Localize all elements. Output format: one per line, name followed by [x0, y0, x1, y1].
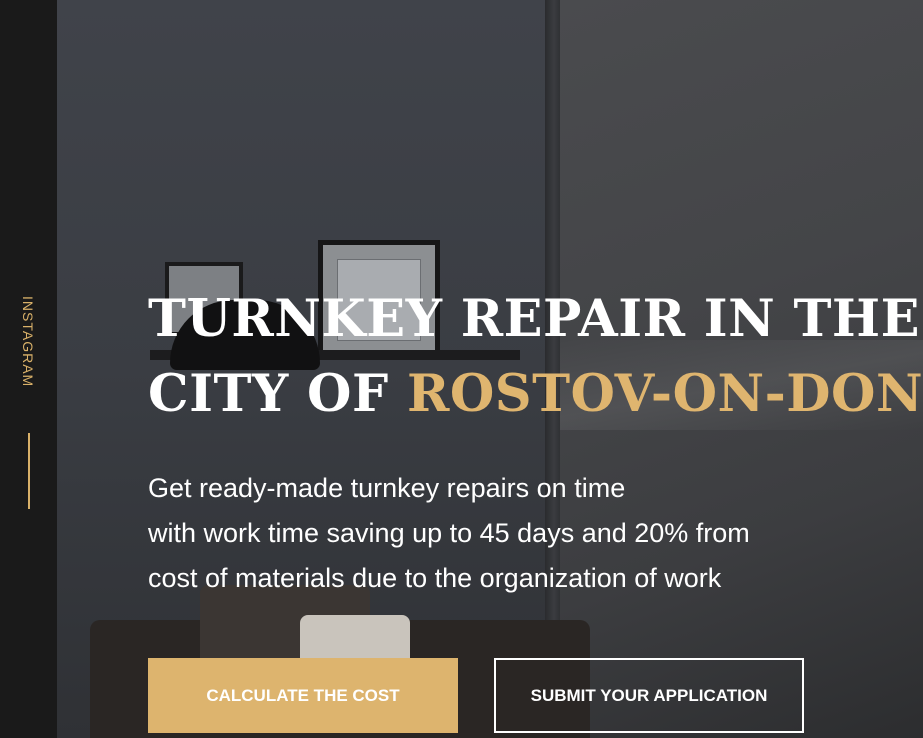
hero-subtitle: Get ready-made turnkey repairs on time wi… [148, 466, 868, 601]
subtitle-line-2: with work time saving up to 45 days and … [148, 518, 750, 548]
headline-line-2-prefix: CITY OF [148, 364, 407, 424]
headline-city: ROSTOV-ON-DON [406, 364, 923, 424]
left-sidebar: INSTAGRAM [0, 0, 57, 738]
hero-headline: TURNKEY REPAIR IN THE CITY OF ROSTOV-ON-D… [148, 282, 923, 432]
subtitle-line-3: cost of materials due to the organizatio… [148, 563, 722, 593]
sidebar-divider [28, 433, 30, 509]
instagram-link[interactable]: INSTAGRAM [20, 296, 36, 387]
headline-line-1: TURNKEY REPAIR IN THE [148, 289, 920, 349]
landing-page: INSTAGRAM TURNKEY REPAIR IN THE CITY OF R… [0, 0, 923, 738]
calculate-cost-button[interactable]: CALCULATE THE COST [148, 658, 458, 733]
submit-application-button[interactable]: SUBMIT YOUR APPLICATION [494, 658, 804, 733]
subtitle-line-1: Get ready-made turnkey repairs on time [148, 473, 626, 503]
